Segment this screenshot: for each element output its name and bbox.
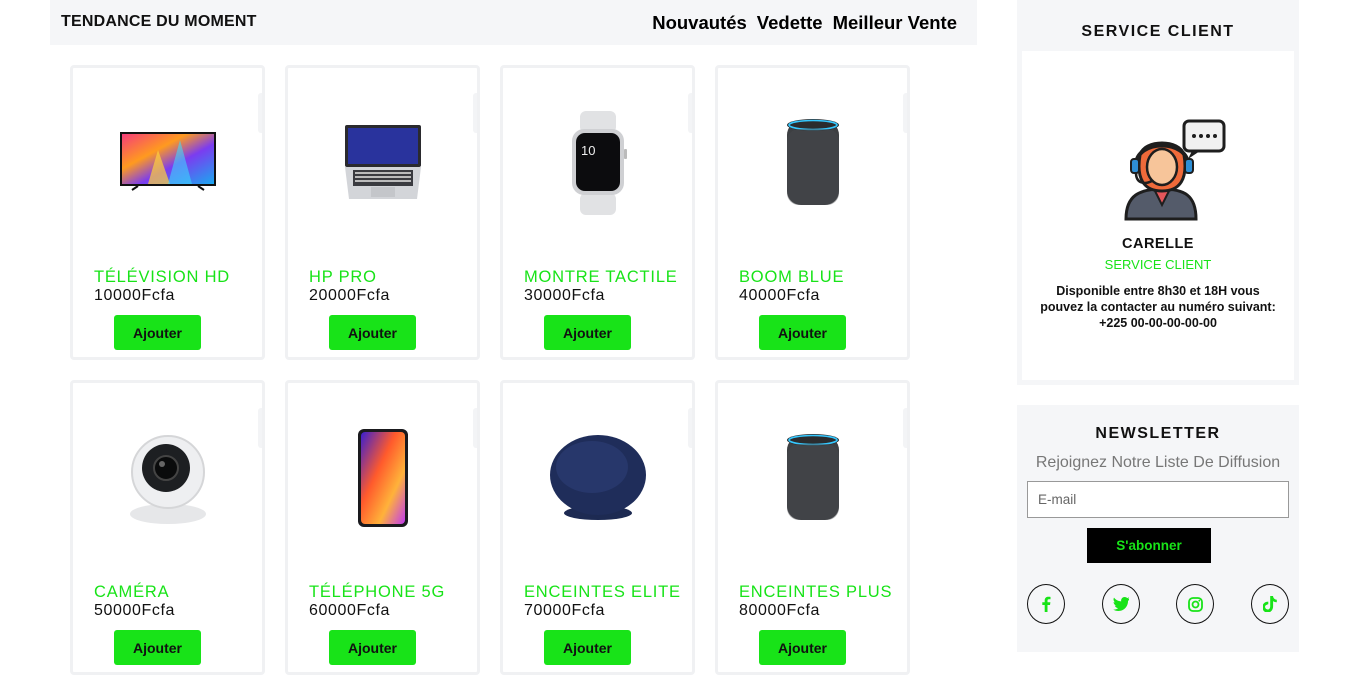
service-title: SERVICE CLIENT <box>1081 23 1235 40</box>
product-price: 50000Fcfa <box>94 602 176 619</box>
product-card: Enceintes plus 80000Fcfa Ajouter <box>715 380 910 675</box>
add-to-cart-button[interactable]: Ajouter <box>114 630 201 665</box>
product-card: Enceintes elite 70000Fcfa Ajouter <box>500 380 695 675</box>
smart-speaker-icon <box>718 98 907 228</box>
svg-text:10: 10 <box>581 143 595 158</box>
product-card: Caméra 50000Fcfa Ajouter <box>70 380 265 675</box>
product-name: Montre tactile <box>524 268 678 286</box>
product-card: HP Pro 20000Fcfa Ajouter <box>285 65 480 360</box>
add-to-cart-button[interactable]: Ajouter <box>544 630 631 665</box>
wireless-charger-icon <box>503 413 692 543</box>
laptop-icon <box>288 98 477 228</box>
product-name: Boom blue <box>739 268 845 286</box>
product-card: Télévision HD 10000Fcfa Ajouter <box>70 65 265 360</box>
tab-meilleur-vente[interactable]: Meilleur Vente <box>833 12 957 34</box>
filter-tabs: Nouvautés Vedette Meilleur Vente <box>652 12 957 34</box>
tab-vedette[interactable]: Vedette <box>757 12 823 34</box>
product-name: Enceintes plus <box>739 583 893 601</box>
newsletter-subtitle: Rejoignez Notre Liste De Diffusion <box>1035 454 1281 471</box>
facebook-icon[interactable] <box>1027 584 1065 624</box>
product-card: 10 Montre tactile 30000Fcfa Ajouter <box>500 65 695 360</box>
tv-icon <box>73 98 262 228</box>
smartwatch-icon: 10 <box>503 98 692 228</box>
support-agent-icon <box>1122 119 1226 228</box>
smart-speaker-icon <box>718 413 907 543</box>
product-price: 40000Fcfa <box>739 287 821 304</box>
newsletter-panel: NEWSLETTER Rejoignez Notre Liste De Diff… <box>1017 405 1299 652</box>
add-to-cart-button[interactable]: Ajouter <box>329 630 416 665</box>
product-name: Téléphone 5G <box>309 583 446 601</box>
product-name: Enceintes elite <box>524 583 681 601</box>
main-content: TENDANCE DU MOMENT Nouvautés Vedette Mei… <box>50 0 977 675</box>
add-to-cart-button[interactable]: Ajouter <box>114 315 201 350</box>
product-grid: Télévision HD 10000Fcfa Ajouter HP Pro 2… <box>70 65 910 675</box>
agent-availability: Disponible entre 8h30 et 18H vous pouvez… <box>1040 284 1276 330</box>
tab-nouveautes[interactable]: Nouvautés <box>652 12 747 34</box>
camera-icon <box>73 413 262 543</box>
add-to-cart-button[interactable]: Ajouter <box>329 315 416 350</box>
product-price: 80000Fcfa <box>739 602 821 619</box>
service-card: CARELLE SERVICE CLIENT Disponible entre … <box>1022 51 1294 380</box>
add-to-cart-button[interactable]: Ajouter <box>759 315 846 350</box>
social-links <box>1027 584 1289 624</box>
product-name: Télévision HD <box>94 268 231 286</box>
agent-name: CARELLE <box>1122 236 1194 252</box>
product-card: Téléphone 5G 60000Fcfa Ajouter <box>285 380 480 675</box>
newsletter-title: NEWSLETTER <box>1095 425 1221 442</box>
product-price: 20000Fcfa <box>309 287 391 304</box>
smartphone-icon <box>288 413 477 543</box>
section-header: TENDANCE DU MOMENT Nouvautés Vedette Mei… <box>50 0 977 45</box>
agent-role: SERVICE CLIENT <box>1104 257 1212 272</box>
customer-service-panel: SERVICE CLIENT CARELLE SERVICE CLIENT Di… <box>1017 0 1299 385</box>
subscribe-button[interactable]: S'abonner <box>1087 528 1211 563</box>
product-price: 10000Fcfa <box>94 287 176 304</box>
instagram-icon[interactable] <box>1176 584 1215 624</box>
twitter-icon[interactable] <box>1101 584 1140 624</box>
tiktok-icon[interactable] <box>1250 584 1289 624</box>
product-name: HP Pro <box>309 268 377 286</box>
product-card: Boom blue 40000Fcfa Ajouter <box>715 65 910 360</box>
product-name: Caméra <box>94 583 170 601</box>
product-price: 60000Fcfa <box>309 602 391 619</box>
section-title: TENDANCE DU MOMENT <box>61 13 257 30</box>
add-to-cart-button[interactable]: Ajouter <box>544 315 631 350</box>
product-price: 70000Fcfa <box>524 602 606 619</box>
email-field[interactable] <box>1027 481 1289 518</box>
add-to-cart-button[interactable]: Ajouter <box>759 630 846 665</box>
product-price: 30000Fcfa <box>524 287 606 304</box>
